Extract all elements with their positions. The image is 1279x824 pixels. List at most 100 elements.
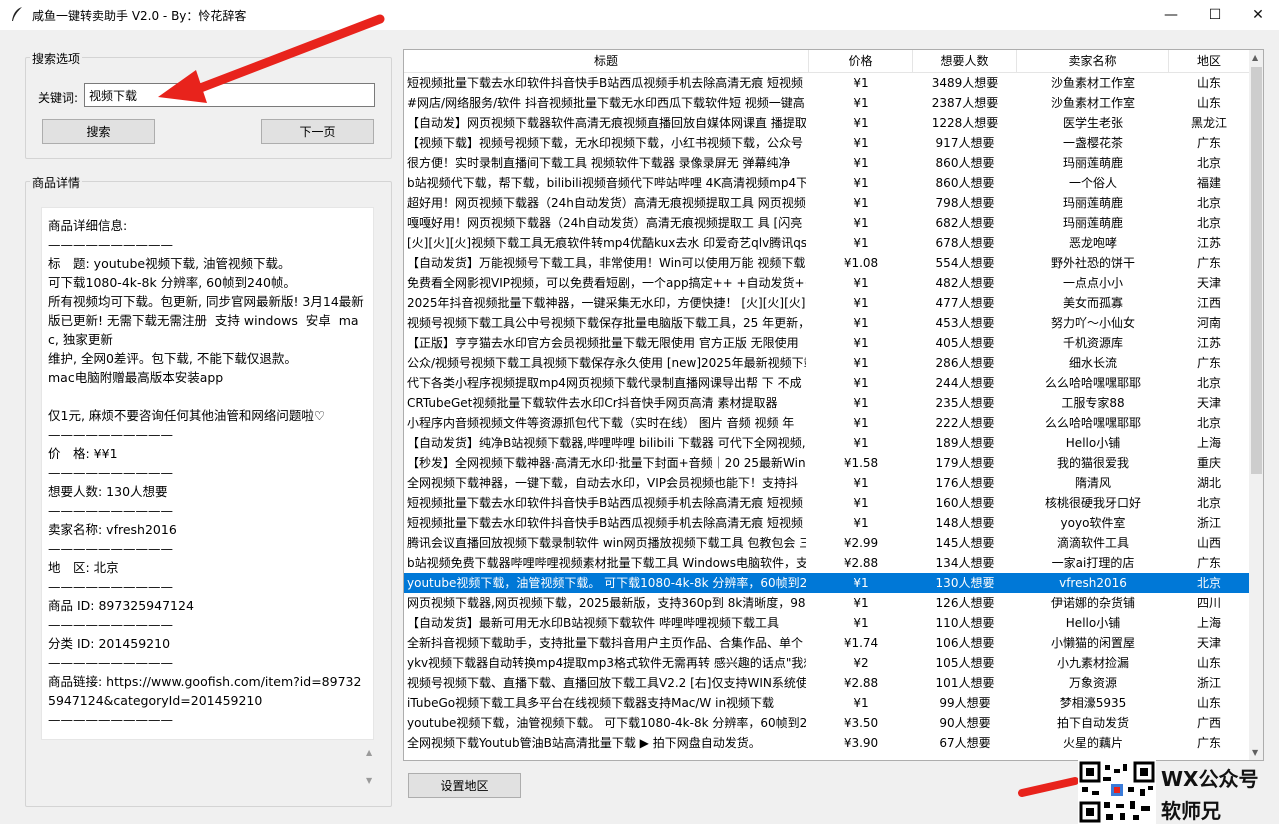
table-row[interactable]: 短视频批量下载去水印软件抖音快手B站西瓜视频手机去除高清无痕 短视频 ¥1 3489… bbox=[404, 73, 1249, 93]
cell-wants: 67人想要 bbox=[939, 736, 991, 750]
cell-region: 山东 bbox=[1196, 96, 1221, 110]
cell-seller: 美女而孤寡 bbox=[1062, 296, 1123, 310]
cell-price: ¥1 bbox=[853, 476, 869, 490]
table-row[interactable]: 【自动发】网页视频下载器软件高清无痕视频直播回放自媒体网课直 播提取 ¥1 1228… bbox=[404, 113, 1249, 133]
table-row[interactable]: youtube视频下载，油管视频下载。 可下载1080-4k-8k 分辨率，60… bbox=[404, 573, 1249, 593]
cell-wants: 130人想要 bbox=[935, 576, 995, 590]
close-button[interactable]: ✕ bbox=[1235, 0, 1279, 30]
table-row[interactable]: 【自动发货】万能视频号下载工具，非常使用！Win可以使用万能 视频下载 ¥1.08… bbox=[404, 253, 1249, 273]
set-region-button[interactable]: 设置地区 bbox=[408, 773, 521, 798]
cell-price: ¥1 bbox=[853, 336, 869, 350]
cell-wants: 405人想要 bbox=[935, 336, 995, 350]
cell-title: [火][火][火]视频下载工具无痕软件转mp4优酷kux去水 印爱奇艺qlv腾讯… bbox=[407, 236, 806, 250]
table-row[interactable]: youtube视频下载，油管视频下载。 可下载1080-4k-8k 分辨率，60… bbox=[404, 713, 1249, 733]
detail-scrollbar[interactable]: ▲ ▼ bbox=[362, 744, 378, 792]
column-header-seller[interactable]: 卖家名称 bbox=[1017, 50, 1169, 73]
cell-wants: 482人想要 bbox=[935, 276, 995, 290]
table-row[interactable]: 代下各类小程序视频提取mp4网页视频下载代录制直播网课导出帮 下 不成 ¥1 244… bbox=[404, 373, 1249, 393]
cell-title: 【自动发货】最新可用无水印B站视频下载软件 哔哩哔哩视频下载工具 bbox=[407, 616, 780, 630]
table-row[interactable]: 视频号视频下载工具公中号视频下载保存批量电脑版下载工具，25 年更新， ¥1 453… bbox=[404, 313, 1249, 333]
cell-price: ¥2.88 bbox=[843, 556, 879, 570]
cell-title: 很方便！实时录制直播间下载工具 视频软件下载器 录像录屏无 弹幕纯净 bbox=[407, 156, 791, 170]
cell-title: #网店/网络服务/软件 抖音视频批量下载无水印西瓜下载软件短 视频一键高 bbox=[407, 96, 805, 110]
cell-region: 广东 bbox=[1196, 356, 1221, 370]
cell-wants: 3489人想要 bbox=[931, 76, 999, 90]
cell-wants: 145人想要 bbox=[935, 536, 995, 550]
table-row[interactable]: 视频号视频下载、直播下载、直播回放下载工具V2.2 [右]仅支持WIN系统使 ¥2… bbox=[404, 673, 1249, 693]
cell-seller: 我的猫很爱我 bbox=[1056, 456, 1129, 470]
column-header-region[interactable]: 地区 bbox=[1169, 50, 1249, 73]
cell-wants: 105人想要 bbox=[935, 656, 995, 670]
cell-region: 广东 bbox=[1196, 736, 1221, 750]
table-row[interactable]: 小程序内音频视频文件等资源抓包代下载（实时在线） 图片 音频 视频 年 ¥1 222… bbox=[404, 413, 1249, 433]
cell-price: ¥1 bbox=[853, 596, 869, 610]
cell-region: 四川 bbox=[1196, 596, 1221, 610]
cell-region: 山西 bbox=[1196, 536, 1221, 550]
product-detail-text[interactable]: 商品详细信息: —————————— 标 题: youtube视频下载, 油管视… bbox=[41, 207, 374, 740]
cell-wants: 134人想要 bbox=[935, 556, 995, 570]
cell-seller: 隋清风 bbox=[1074, 476, 1111, 490]
table-row[interactable]: 全新抖音视频下载助手，支持批量下载抖音用户主页作品、合集作品、单个 ¥1.74 10… bbox=[404, 633, 1249, 653]
table-row[interactable]: 全网视频下载Youtub管油B站高清批量下载 ▶ 拍下网盘自动发货。 ¥3.90 6… bbox=[404, 733, 1249, 753]
cell-region: 广东 bbox=[1196, 136, 1221, 150]
table-row[interactable]: 很方便！实时录制直播间下载工具 视频软件下载器 录像录屏无 弹幕纯净 ¥1 860人… bbox=[404, 153, 1249, 173]
cell-price: ¥1 bbox=[853, 96, 869, 110]
table-row[interactable]: 腾讯会议直播回放视频下载录制软件 win网页播放视频下载工具 包教包会 三 ¥2.… bbox=[404, 533, 1249, 553]
table-row[interactable]: b站视频免费下载器哔哩哔哩视频素材批量下载工具 Windows电脑软件，支 ¥2.… bbox=[404, 553, 1249, 573]
table-row[interactable]: [火][火][火]视频下载工具无痕软件转mp4优酷kux去水 印爱奇艺qlv腾讯… bbox=[404, 233, 1249, 253]
results-table[interactable]: 标题 价格 想要人数 卖家名称 地区 短视频批量下载去水印软件抖音快手B站西瓜视… bbox=[403, 49, 1264, 761]
table-row[interactable]: b站视频代下载，帮下载，bilibili视频音频代下哔站哔哩 4K高清视频mp4… bbox=[404, 173, 1249, 193]
table-scrollbar[interactable]: ▲ ▼ bbox=[1249, 50, 1263, 760]
column-header-wants[interactable]: 想要人数 bbox=[913, 50, 1017, 73]
cell-seller: 一家ai打理的店 bbox=[1051, 556, 1135, 570]
minimize-button[interactable]: — bbox=[1148, 0, 1194, 30]
cell-title: 网页视频下载器,网页视频下载，2025最新版，支持360p到 8k清晰度，989 bbox=[407, 596, 806, 610]
table-row[interactable]: 嘎嘎好用！网页视频下载器（24h自动发货）高清无痕视频提取工 具 [闪亮 ¥1 68… bbox=[404, 213, 1249, 233]
cell-title: 短视频批量下载去水印软件抖音快手B站西瓜视频手机去除高清无痕 短视频 bbox=[407, 516, 804, 530]
scrollbar-thumb[interactable] bbox=[1251, 67, 1262, 474]
cell-region: 广西 bbox=[1196, 716, 1221, 730]
cell-region: 福建 bbox=[1196, 176, 1221, 190]
cell-wants: 286人想要 bbox=[935, 356, 995, 370]
table-row[interactable]: 【自动发货】纯净B站视频下载器,哔哩哔哩 bilibili 下载器 可代下全网视… bbox=[404, 433, 1249, 453]
cell-price: ¥2 bbox=[853, 656, 869, 670]
table-row[interactable]: 网页视频下载器,网页视频下载，2025最新版，支持360p到 8k清晰度，989… bbox=[404, 593, 1249, 613]
table-row[interactable]: 【视频下载】视频号视频下载，无水印视频下载，小红书视频下载，公众号 ¥1 917人想… bbox=[404, 133, 1249, 153]
table-row[interactable]: 公众/视频号视频下载工具视频下载保存永久使用 [new]2025年最新视频下载 ¥… bbox=[404, 353, 1249, 373]
table-row[interactable]: 【自动发货】最新可用无水印B站视频下载软件 哔哩哔哩视频下载工具 ¥1 110人想要… bbox=[404, 613, 1249, 633]
scroll-up-icon[interactable]: ▲ bbox=[366, 748, 372, 757]
table-row[interactable]: 2025年抖音视频批量下载神器，一键采集无水印，方便快捷！ [火][火][火][… bbox=[404, 293, 1249, 313]
cell-region: 天津 bbox=[1196, 276, 1221, 290]
maximize-button[interactable]: ☐ bbox=[1192, 0, 1238, 30]
table-row[interactable]: 短视频批量下载去水印软件抖音快手B站西瓜视频手机去除高清无痕 短视频 ¥1 148人… bbox=[404, 513, 1249, 533]
keyword-input[interactable]: 视频下载 bbox=[84, 83, 375, 107]
cell-seller: 拍下自动发货 bbox=[1056, 716, 1129, 730]
title-bar: 咸鱼一键转卖助手 V2.0 - By：怜花辞客 — ☐ ✕ bbox=[0, 0, 1279, 30]
cell-region: 北京 bbox=[1196, 496, 1221, 510]
cell-wants: 682人想要 bbox=[935, 216, 995, 230]
table-row[interactable]: ykv视频下载器自动转换mp4提取mp3格式软件无需再转 感兴趣的话点"我想 ¥2… bbox=[404, 653, 1249, 673]
table-row[interactable]: 超好用！网页视频下载器（24h自动发货）高清无痕视频提取工具 网页视频 ¥1 798… bbox=[404, 193, 1249, 213]
column-header-price[interactable]: 价格 bbox=[809, 50, 913, 73]
table-row[interactable]: 全网视频下载神器，一键下载，自动去水印，VIP会员视频也能下！支持抖 ¥1 176人… bbox=[404, 473, 1249, 493]
table-row[interactable]: 【秒发】全网视频下载神器·高清无水印·批量下封面+音频｜20 25最新WinF ¥… bbox=[404, 453, 1249, 473]
column-header-title[interactable]: 标题 bbox=[404, 50, 809, 73]
cell-wants: 148人想要 bbox=[935, 516, 995, 530]
scroll-down-icon[interactable]: ▼ bbox=[366, 776, 372, 785]
scroll-down-icon[interactable]: ▼ bbox=[1252, 748, 1258, 757]
cell-price: ¥1 bbox=[853, 136, 869, 150]
table-row[interactable]: 【正版】亨亨猫去水印官方会员视频批量下载无限使用 官方正版 无限使用 ¥1 405人… bbox=[404, 333, 1249, 353]
next-page-button[interactable]: 下一页 bbox=[261, 119, 374, 144]
table-row[interactable]: 免费看全网影视VIP视频，可以免费看短剧，一个app搞定++ +自动发货++ ¥1… bbox=[404, 273, 1249, 293]
cell-seller: Hello小铺 bbox=[1065, 436, 1121, 450]
table-row[interactable]: 短视频批量下载去水印软件抖音快手B站西瓜视频手机去除高清无痕 短视频 ¥1 160人… bbox=[404, 493, 1249, 513]
keyword-label: 关键词: bbox=[38, 91, 79, 105]
scroll-up-icon[interactable]: ▲ bbox=[1252, 53, 1258, 62]
table-row[interactable]: #网店/网络服务/软件 抖音视频批量下载无水印西瓜下载软件短 视频一键高 ¥1 23… bbox=[404, 93, 1249, 113]
cell-price: ¥1 bbox=[853, 376, 869, 390]
table-row[interactable]: iTubeGo视频下载工具多平台在线视频下载器支持Mac/W in视频下载 ¥1 9… bbox=[404, 693, 1249, 713]
cell-title: 【自动发】网页视频下载器软件高清无痕视频直播回放自媒体网课直 播提取 bbox=[407, 116, 806, 130]
table-row[interactable]: CRTubeGet视频批量下载软件去水印Cr抖音快手网页高清 素材提取器 ¥1 23… bbox=[404, 393, 1249, 413]
search-button[interactable]: 搜索 bbox=[42, 119, 155, 144]
cell-price: ¥2.88 bbox=[843, 676, 879, 690]
